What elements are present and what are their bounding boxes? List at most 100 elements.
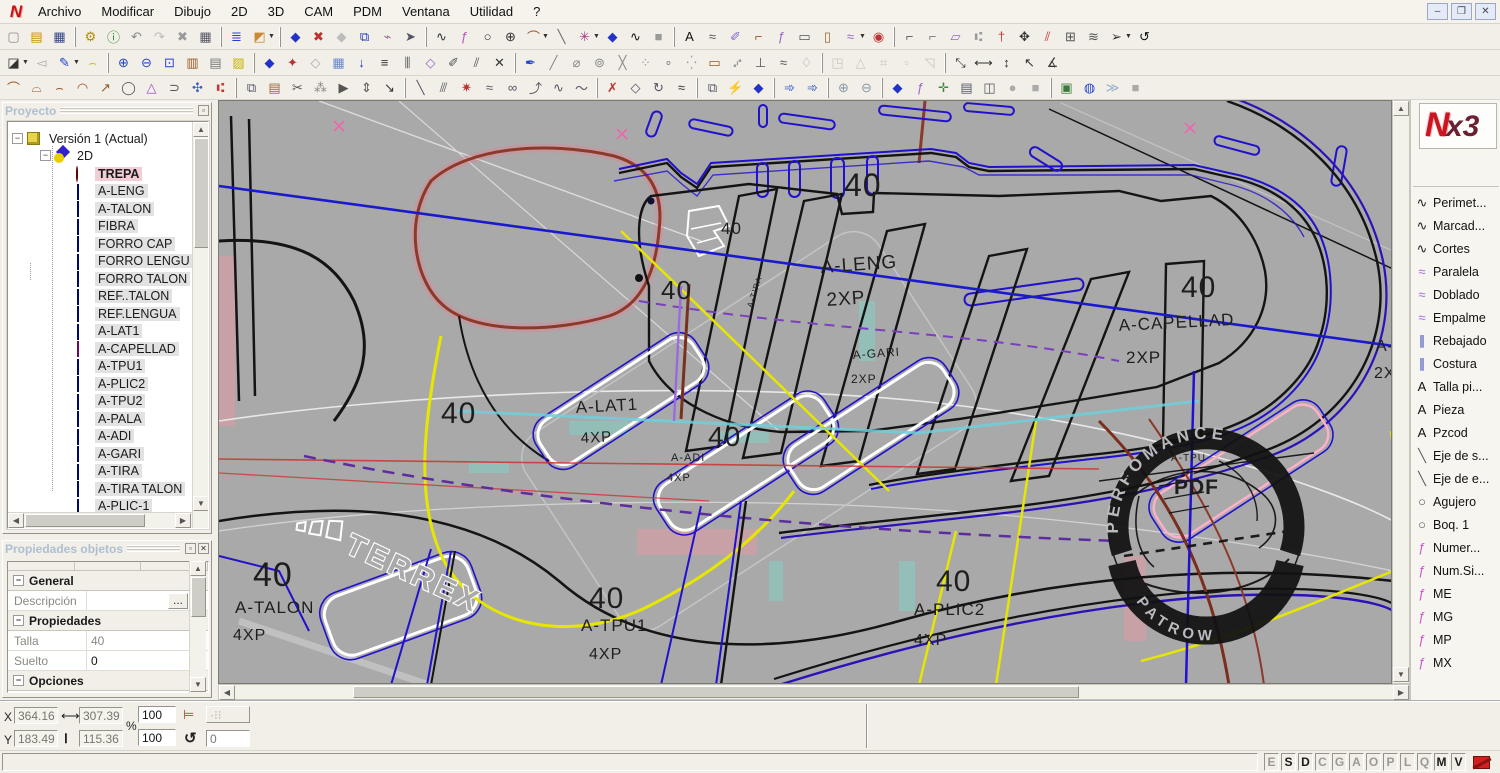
tool-boq-1[interactable]: ○ Boq. 1 bbox=[1413, 513, 1499, 536]
docs-icon[interactable]: ▤ bbox=[955, 77, 978, 98]
corner1-icon[interactable]: ⌐ bbox=[898, 26, 921, 47]
diamond2-icon[interactable]: ◆ bbox=[886, 77, 909, 98]
f-n-icon[interactable]: ƒ bbox=[909, 77, 932, 98]
tree-item-label[interactable]: FORRO LENGU bbox=[95, 254, 193, 268]
up-arc-icon[interactable]: ⤴ bbox=[524, 77, 547, 98]
tree-item-a-tira[interactable]: A-TIRA bbox=[76, 463, 142, 480]
dropdown-arrow-icon[interactable]: ▼ bbox=[22, 59, 30, 66]
wave5-icon[interactable]: ∿ bbox=[547, 77, 570, 98]
y-coordinate-field[interactable]: 183.49 bbox=[14, 730, 58, 747]
arc-b-icon[interactable]: ⌓ bbox=[25, 77, 48, 98]
minimize-button[interactable]: – bbox=[1427, 3, 1448, 20]
move-icon[interactable]: ✥ bbox=[1013, 26, 1036, 47]
hat-curve-icon[interactable]: ⌢ bbox=[81, 52, 104, 73]
tool-pieza[interactable]: A Pieza bbox=[1413, 398, 1499, 421]
tree-item-ref-talon[interactable]: REF..TALON bbox=[76, 288, 173, 305]
scale-x-field[interactable]: 100 bbox=[138, 706, 176, 723]
dropdown-arrow-icon[interactable]: ▼ bbox=[542, 33, 550, 40]
wave3-icon[interactable]: ≈ bbox=[772, 52, 795, 73]
delete-icon[interactable]: ✖ bbox=[171, 26, 194, 47]
dropdown-arrow-icon[interactable]: ▼ bbox=[73, 59, 81, 66]
menu-cam[interactable]: CAM bbox=[294, 2, 343, 21]
perp-icon[interactable]: ⊥ bbox=[749, 52, 772, 73]
tree-item-label[interactable]: A-CAPELLAD bbox=[95, 341, 179, 356]
tool-rebajado[interactable]: ∥ Rebajado bbox=[1413, 329, 1499, 352]
globe3d-icon[interactable]: ◍ bbox=[1078, 77, 1101, 98]
circle-dot-icon[interactable]: ⊚ bbox=[588, 52, 611, 73]
scroll-left-icon[interactable]: ◀ bbox=[8, 513, 24, 528]
bow-x-icon[interactable]: ✗ bbox=[601, 77, 624, 98]
open-folder-icon[interactable]: ▤ bbox=[25, 26, 48, 47]
pen-slash-icon[interactable]: ✐ bbox=[724, 26, 747, 47]
arc-e-icon[interactable]: ↗ bbox=[94, 77, 117, 98]
text-icon[interactable]: A bbox=[678, 26, 701, 47]
close-button[interactable]: ✕ bbox=[1475, 3, 1496, 20]
tree-item-label[interactable]: FORRO TALON bbox=[95, 271, 191, 286]
tree-item-forro-lengu[interactable]: FORRO LENGU bbox=[76, 253, 193, 270]
scroll-up-icon[interactable]: ▲ bbox=[193, 122, 208, 137]
menu-modificar[interactable]: Modificar bbox=[91, 2, 164, 21]
expand-icon[interactable]: − bbox=[12, 133, 23, 144]
zoom-out-icon[interactable]: ⊖ bbox=[135, 52, 158, 73]
tree-item-a-talon[interactable]: A-TALON bbox=[76, 200, 155, 217]
tool-pzcod[interactable]: A Pzcod bbox=[1413, 421, 1499, 444]
wave-arrow-icon[interactable]: ∿ bbox=[624, 26, 647, 47]
orbit-red-icon[interactable]: ◉ bbox=[867, 26, 890, 47]
image-icon[interactable]: ▣ bbox=[1055, 77, 1078, 98]
project-panel-titlebar[interactable]: Proyecto ▫ bbox=[3, 103, 211, 118]
menu-ventana[interactable]: Ventana bbox=[392, 2, 460, 21]
tree-item-label[interactable]: A-GARI bbox=[95, 446, 145, 461]
tree-item-a-tpu1[interactable]: A-TPU1 bbox=[76, 358, 146, 375]
diamond-in-icon[interactable]: ◆ bbox=[284, 26, 307, 47]
tree-item-label[interactable]: A-TALON bbox=[95, 201, 155, 216]
layer-toggle-g[interactable]: G bbox=[1332, 753, 1347, 771]
copy-icon[interactable]: ⧉ bbox=[240, 77, 263, 98]
tool-agujero[interactable]: ○ Agujero bbox=[1413, 490, 1499, 513]
back-icon[interactable]: ◅ bbox=[30, 52, 53, 73]
sort-icon[interactable]: ⇕ bbox=[355, 77, 378, 98]
zoom-clock-icon[interactable]: ⊕ bbox=[112, 52, 135, 73]
tools-green-icon[interactable]: ✛ bbox=[932, 77, 955, 98]
layer-toggle-l[interactable]: L bbox=[1400, 753, 1415, 771]
collapse-icon[interactable]: − bbox=[13, 575, 24, 586]
canvas-vertical-scrollbar[interactable]: ▲ ▼ bbox=[1392, 100, 1410, 684]
blob2-icon[interactable]: ■ bbox=[1024, 77, 1047, 98]
tree-item-label[interactable]: A-PALA bbox=[95, 411, 145, 426]
panel-grip[interactable] bbox=[60, 107, 193, 114]
properties-panel-titlebar[interactable]: Propiedades objetos ▫ ✕ bbox=[3, 541, 211, 556]
hatch-icon[interactable]: ⫻ bbox=[432, 77, 455, 98]
tool-num-si-[interactable]: ƒ Num.Si... bbox=[1413, 559, 1499, 582]
scroll-up-icon[interactable]: ▲ bbox=[190, 561, 206, 576]
new-file-icon[interactable]: ▢ bbox=[2, 26, 25, 47]
tree-item-a-lat1[interactable]: A-LAT1 bbox=[76, 323, 143, 340]
menu--[interactable]: ? bbox=[523, 2, 550, 21]
measure-arc-icon[interactable]: ↖ bbox=[1018, 52, 1041, 73]
prop-value[interactable] bbox=[86, 591, 168, 610]
tree-item-label[interactable]: A-LAT1 bbox=[95, 324, 143, 338]
diamond-ghost-icon[interactable]: ◇ bbox=[304, 52, 327, 73]
corner-arc-icon[interactable]: ⌐ bbox=[747, 26, 770, 47]
rect-icon[interactable]: ▭ bbox=[793, 26, 816, 47]
help-note-icon[interactable]: ▨ bbox=[227, 52, 250, 73]
node-ghost-icon[interactable]: ⁘ bbox=[634, 52, 657, 73]
flash-icon[interactable]: ⚡ bbox=[724, 77, 747, 98]
hlines-icon[interactable]: ≡ bbox=[373, 52, 396, 73]
scroll-right-icon[interactable]: ▶ bbox=[1393, 685, 1409, 700]
scroll-right-icon[interactable]: ▶ bbox=[175, 513, 191, 528]
dropdown-arrow-icon[interactable]: ▼ bbox=[859, 33, 867, 40]
f-curve-icon[interactable]: ƒ bbox=[453, 26, 476, 47]
pin-icon[interactable]: ✒ bbox=[519, 52, 542, 73]
undo-icon[interactable]: ↶ bbox=[125, 26, 148, 47]
dash-line-icon[interactable]: ╲ bbox=[550, 26, 573, 47]
tree-item-label[interactable]: A-TPU1 bbox=[95, 359, 146, 373]
zoom-page-icon[interactable]: ⊡ bbox=[158, 52, 181, 73]
line-mid-icon[interactable]: ⌀ bbox=[565, 52, 588, 73]
tree-item-a-tpu2[interactable]: A-TPU2 bbox=[76, 393, 146, 410]
tree-item-a-adi[interactable]: A-ADI bbox=[76, 428, 135, 445]
blue-arrow2-icon[interactable]: ➾ bbox=[801, 77, 824, 98]
dim-dots-icon[interactable]: ⑆ bbox=[967, 26, 990, 47]
diamond-del-icon[interactable]: ✦ bbox=[281, 52, 304, 73]
tree-item-label[interactable]: A-TIRA bbox=[95, 464, 142, 478]
panel-close-icon[interactable]: ✕ bbox=[198, 543, 209, 554]
ellipsis-button[interactable]: ... bbox=[168, 592, 188, 609]
